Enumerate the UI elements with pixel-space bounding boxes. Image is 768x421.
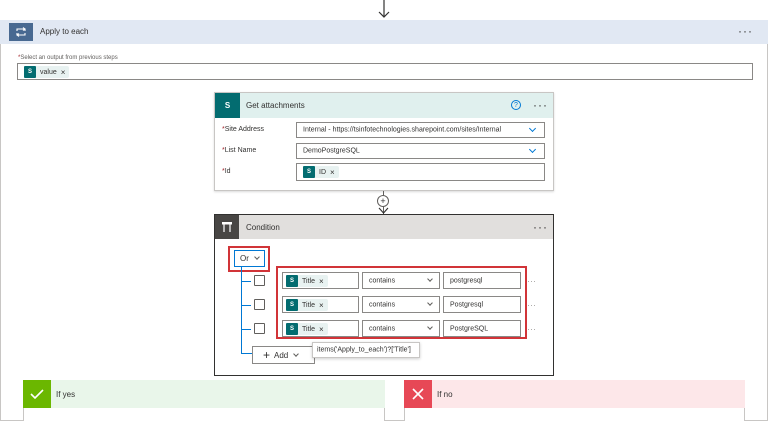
chevron-down-icon xyxy=(528,124,537,133)
if-yes-icon xyxy=(23,380,51,408)
remove-token-icon[interactable]: × xyxy=(319,301,324,310)
list-name-label: *List Name xyxy=(222,147,257,154)
id-label: *Id xyxy=(222,168,231,175)
loop-action-icon xyxy=(9,23,33,41)
value-token-label: value xyxy=(40,68,57,76)
operator-value: contains xyxy=(369,325,396,332)
condition-right-operand[interactable]: Postgresql xyxy=(443,296,521,313)
sharepoint-icon: S xyxy=(286,299,298,311)
title-token-label: Title xyxy=(302,277,315,285)
chevron-down-icon xyxy=(293,350,300,357)
get-attachments-sharepoint-icon: S xyxy=(215,93,240,118)
list-name-dropdown[interactable]: DemoPostgreSQL xyxy=(296,143,545,159)
title-token[interactable]: S Title × xyxy=(286,323,328,335)
if-no-icon xyxy=(404,380,432,408)
help-icon[interactable]: ? xyxy=(511,100,521,110)
id-token-label: ID xyxy=(319,168,326,176)
operator-dropdown[interactable]: contains xyxy=(362,272,440,289)
tree-line xyxy=(241,267,242,353)
remove-token-icon[interactable]: × xyxy=(319,277,324,286)
row-checkbox[interactable] xyxy=(254,299,265,310)
chevron-down-icon xyxy=(427,324,433,330)
group-operator-value: Or xyxy=(240,254,249,263)
chevron-down-icon xyxy=(254,254,260,260)
row-checkbox[interactable] xyxy=(254,323,265,334)
condition-more-icon[interactable]: ··· xyxy=(533,221,548,233)
tree-line xyxy=(241,329,251,330)
title-token[interactable]: S Title × xyxy=(286,275,328,287)
row-more-icon[interactable]: ··· xyxy=(527,324,536,334)
chevron-down-icon xyxy=(427,276,433,282)
arrow-down-icon xyxy=(378,0,390,18)
add-button[interactable]: + Add xyxy=(252,346,315,364)
list-name-value: DemoPostgreSQL xyxy=(303,147,360,155)
apply-to-each-header[interactable] xyxy=(0,20,768,44)
operator-value: contains xyxy=(369,301,396,308)
add-button-label: Add xyxy=(274,350,289,360)
get-attachments-more-icon[interactable]: ··· xyxy=(533,99,548,111)
if-yes-header[interactable] xyxy=(23,380,385,408)
condition-title: Condition xyxy=(246,223,280,232)
remove-token-icon[interactable]: × xyxy=(61,68,66,77)
title-token-label: Title xyxy=(302,301,315,309)
operand-value: PostgreSQL xyxy=(450,325,489,332)
row-more-icon[interactable]: ··· xyxy=(527,300,536,310)
row-checkbox[interactable] xyxy=(254,275,265,286)
if-no-header[interactable] xyxy=(404,380,745,408)
site-address-dropdown[interactable]: Internal - https://tsinfotechnologies.sh… xyxy=(296,122,545,138)
sharepoint-icon: S xyxy=(303,166,315,178)
sharepoint-icon: S xyxy=(286,275,298,287)
sharepoint-icon: S xyxy=(286,323,298,335)
site-address-value: Internal - https://tsinfotechnologies.sh… xyxy=(303,126,502,134)
remove-token-icon[interactable]: × xyxy=(330,168,335,177)
title-token-label: Title xyxy=(302,325,315,333)
operator-dropdown[interactable]: contains xyxy=(362,320,440,337)
tree-line xyxy=(241,305,251,306)
select-output-label: *Select an output from previous steps xyxy=(18,55,118,61)
condition-icon xyxy=(215,215,239,239)
sharepoint-icon: S xyxy=(24,66,36,78)
tree-line xyxy=(241,281,251,282)
value-token[interactable]: S value × xyxy=(24,66,70,78)
operand-value: postgresql xyxy=(450,277,483,284)
get-attachments-title: Get attachments xyxy=(246,101,305,110)
apply-to-each-title: Apply to each xyxy=(40,27,89,36)
title-token[interactable]: S Title × xyxy=(286,299,328,311)
condition-right-operand[interactable]: PostgreSQL xyxy=(443,320,521,337)
apply-to-each-more-icon[interactable]: ··· xyxy=(738,25,753,37)
group-operator-dropdown[interactable]: Or xyxy=(234,250,265,267)
operand-value: Postgresql xyxy=(450,301,484,308)
select-output-field[interactable] xyxy=(17,63,753,80)
condition-right-operand[interactable]: postgresql xyxy=(443,272,521,289)
chevron-down-icon xyxy=(528,145,537,154)
plus-icon: + xyxy=(263,348,271,362)
remove-token-icon[interactable]: × xyxy=(319,325,324,334)
site-address-label: *Site Address xyxy=(222,126,265,133)
id-token[interactable]: S ID × xyxy=(303,166,339,178)
row-more-icon[interactable]: ··· xyxy=(527,276,536,286)
tree-line xyxy=(241,353,252,354)
chevron-down-icon xyxy=(427,300,433,306)
operator-value: contains xyxy=(369,277,396,284)
if-no-title: If no xyxy=(437,390,453,399)
token-tooltip: items('Apply_to_each')?['Title'] xyxy=(312,342,420,358)
operator-dropdown[interactable]: contains xyxy=(362,296,440,313)
if-yes-title: If yes xyxy=(56,390,76,399)
